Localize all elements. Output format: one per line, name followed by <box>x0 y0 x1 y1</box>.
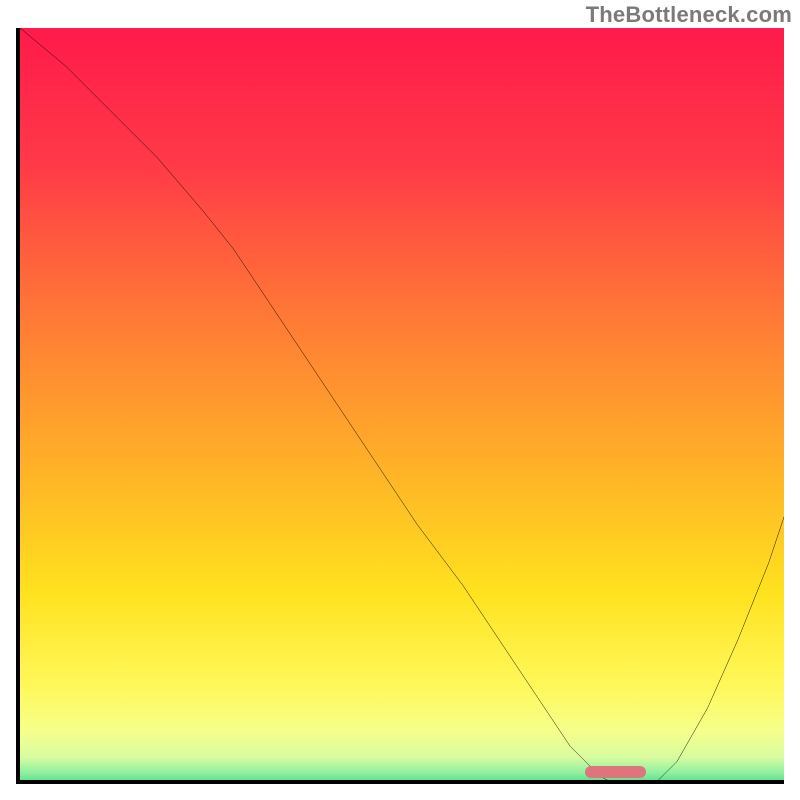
chart-plot-area <box>16 28 784 784</box>
optimal-range-marker <box>585 766 646 778</box>
bottleneck-curve-line <box>20 28 784 784</box>
watermark-text: TheBottleneck.com <box>586 2 792 28</box>
